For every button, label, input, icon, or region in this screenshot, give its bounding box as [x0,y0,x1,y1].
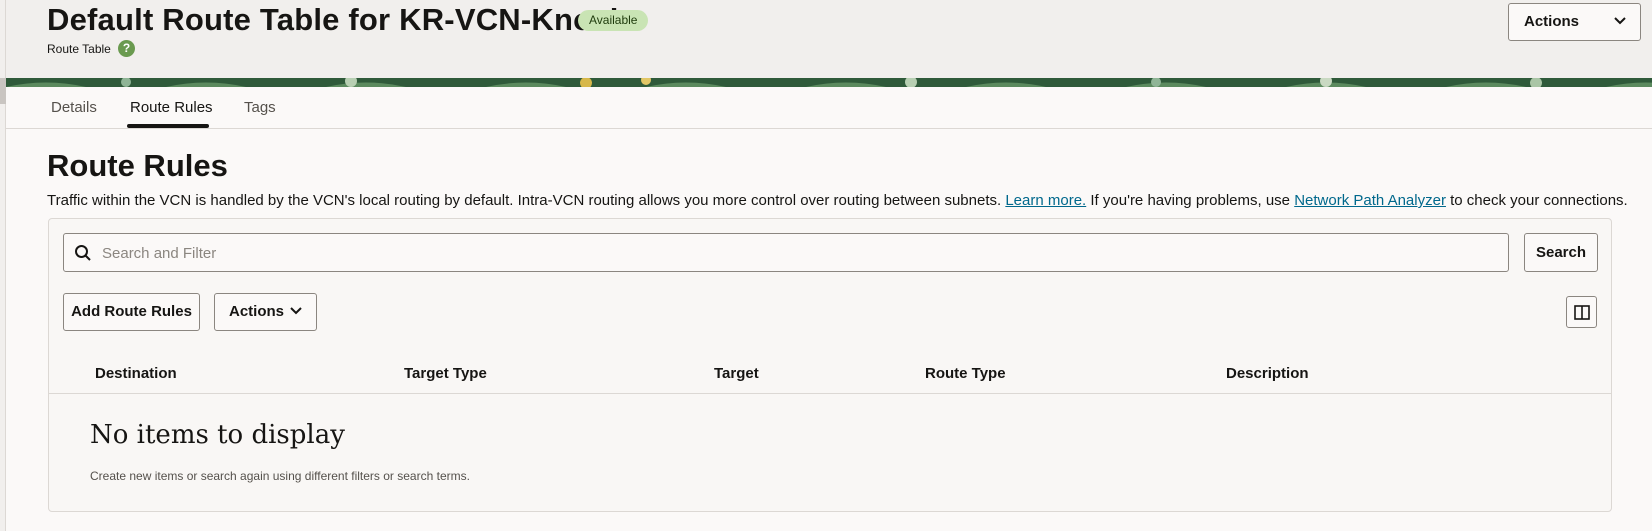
page-header: Default Route Table for KR-VCN-Knock Ava… [6,0,1652,78]
intro-text: Traffic within the VCN is handled by the… [47,192,1002,209]
page-title: Default Route Table for KR-VCN-Knock [47,2,628,37]
search-input[interactable]: Search and Filter [63,233,1509,272]
active-tab-indicator [127,124,209,128]
decorative-banner [6,78,1652,87]
table-actions-label: Actions [229,303,285,320]
search-icon [75,245,91,261]
status-badge: Available [578,10,649,31]
empty-state-title: No items to display [90,420,345,450]
column-settings-button[interactable] [1566,296,1597,328]
intro-text-3: to check your connections. [1450,192,1628,209]
tab-details[interactable]: Details [51,99,97,116]
header-actions-label: Actions [1524,13,1580,30]
add-route-rules-button[interactable]: Add Route Rules [63,293,200,331]
column-header-target[interactable]: Target [714,365,759,382]
resource-type-label: Route Table [47,42,111,56]
intro-text-2: If you're having problems, use [1090,192,1291,209]
section-title: Route Rules [47,148,228,183]
column-header-target-type[interactable]: Target Type [404,365,487,382]
chevron-down-icon [290,307,302,315]
search-button[interactable]: Search [1524,233,1598,272]
tab-route-rules[interactable]: Route Rules [130,99,213,116]
column-header-description[interactable]: Description [1226,365,1309,382]
tab-bar: Details Route Rules Tags [6,87,1652,129]
help-icon[interactable]: ? [118,40,135,57]
column-header-destination[interactable]: Destination [95,365,177,382]
empty-state-subtitle: Create new items or search again using d… [90,469,470,483]
header-actions-button[interactable]: Actions [1508,3,1641,41]
network-path-analyzer-link[interactable]: Network Path Analyzer [1294,192,1446,209]
learn-more-link[interactable]: Learn more. [1005,192,1086,209]
column-header-route-type[interactable]: Route Type [925,365,1006,382]
columns-icon [1574,305,1590,320]
table-actions-button[interactable]: Actions [214,293,317,331]
table-header: Destination Target Type Target Route Typ… [49,358,1611,394]
section-description: Traffic within the VCN is handled by the… [47,192,1628,209]
tab-tags[interactable]: Tags [244,99,276,116]
search-placeholder: Search and Filter [102,245,217,262]
chevron-down-icon [1614,17,1626,25]
